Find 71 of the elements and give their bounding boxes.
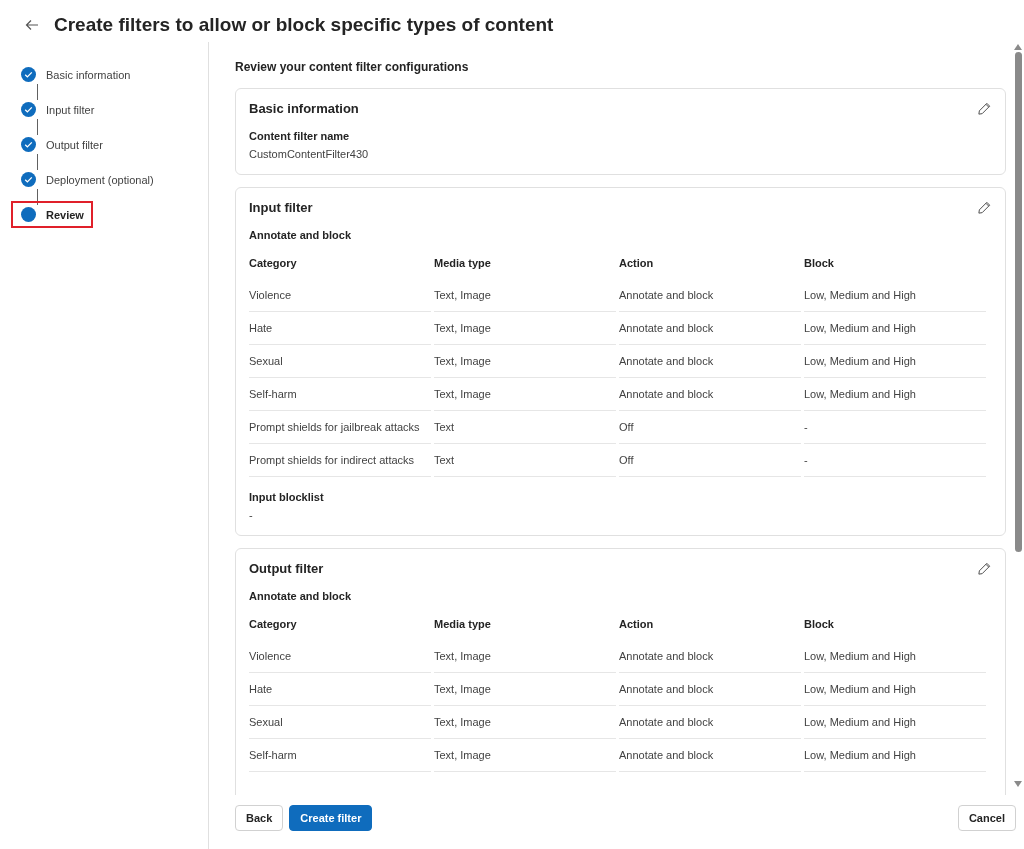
table-cell: Text, Image xyxy=(434,279,616,312)
card-title: Basic information xyxy=(249,101,359,116)
column-header: Block xyxy=(804,256,835,271)
secondary-button[interactable]: Back xyxy=(235,805,284,831)
field-label: Input blocklist xyxy=(249,491,325,503)
table-cell: Annotate and block xyxy=(619,673,801,706)
section-heading: Review your content filter configurations xyxy=(235,60,470,74)
column-header: Action xyxy=(619,617,655,632)
table-cell: Text, Image xyxy=(434,378,616,411)
column-header: Action xyxy=(619,256,655,271)
table-cell: Low, Medium and High xyxy=(804,378,986,411)
card-title: Output filter xyxy=(249,561,324,576)
table-cell: Text, Image xyxy=(434,640,616,673)
table-cell: Annotate and block xyxy=(619,706,801,739)
table-cell: Violence xyxy=(249,279,431,312)
table-cell: Text, Image xyxy=(434,312,616,345)
column-header: Category xyxy=(249,256,298,271)
table-cell: Text xyxy=(434,444,616,477)
table-cell: - xyxy=(804,411,986,444)
table-cell: Text, Image xyxy=(434,673,616,706)
back-arrow-icon[interactable] xyxy=(24,17,40,33)
table-cell: Off xyxy=(619,444,801,477)
edit-pencil-icon[interactable] xyxy=(977,561,992,576)
step-label[interactable]: Deployment (optional) xyxy=(46,173,154,186)
table-cell: Low, Medium and High xyxy=(804,279,986,312)
column-header: Block xyxy=(804,617,835,632)
table-cell: Hate xyxy=(249,312,431,345)
table-cell: Annotate and block xyxy=(619,312,801,345)
column-header: Media type xyxy=(434,617,492,632)
field-value: - xyxy=(249,509,254,521)
table-cell: Annotate and block xyxy=(619,640,801,673)
column-header: Media type xyxy=(434,256,492,271)
table-cell: Self-harm xyxy=(249,378,431,411)
primary-button[interactable]: Create filter xyxy=(289,805,373,831)
table-cell: Violence xyxy=(249,640,431,673)
table-cell: Low, Medium and High xyxy=(804,706,986,739)
card-title: Input filter xyxy=(249,200,313,215)
table-cell: Low, Medium and High xyxy=(804,673,986,706)
table-cell: Sexual xyxy=(249,345,431,378)
table-cell: Annotate and block xyxy=(619,345,801,378)
table-cell: Annotate and block xyxy=(619,739,801,772)
table-cell: Hate xyxy=(249,673,431,706)
table-cell: Text xyxy=(434,411,616,444)
table-cell: Text, Image xyxy=(434,739,616,772)
page-title: Create filters to allow or block specific types of content xyxy=(54,14,554,36)
secondary-button[interactable]: Cancel xyxy=(957,805,1016,831)
step-label[interactable]: Basic information xyxy=(46,68,131,81)
table-cell: Self-harm xyxy=(249,739,431,772)
table-subtitle: Annotate and block xyxy=(249,590,353,602)
table-subtitle: Annotate and block xyxy=(249,229,353,241)
field-label: Content filter name xyxy=(249,130,351,142)
table-cell: Text, Image xyxy=(434,706,616,739)
table-cell: Annotate and block xyxy=(619,279,801,312)
table-cell: Low, Medium and High xyxy=(804,345,986,378)
table-cell: Low, Medium and High xyxy=(804,640,986,673)
column-header: Category xyxy=(249,617,298,632)
table-cell: Text, Image xyxy=(434,345,616,378)
table-cell: Annotate and block xyxy=(619,378,801,411)
field-value: CustomContentFilter430 xyxy=(249,148,370,160)
table-cell: Low, Medium and High xyxy=(804,739,986,772)
step-label[interactable]: Output filter xyxy=(46,138,103,151)
edit-pencil-icon[interactable] xyxy=(977,200,992,215)
table-cell: Prompt shields for jailbreak attacks xyxy=(249,411,431,444)
table-cell: Sexual xyxy=(249,706,431,739)
table-cell: Off xyxy=(619,411,801,444)
edit-pencil-icon[interactable] xyxy=(977,101,992,116)
table-cell: Prompt shields for indirect attacks xyxy=(249,444,431,477)
step-label[interactable]: Input filter xyxy=(46,103,95,116)
step-label[interactable]: Review xyxy=(46,208,84,221)
table-cell: Low, Medium and High xyxy=(804,312,986,345)
table-cell: - xyxy=(804,444,986,477)
